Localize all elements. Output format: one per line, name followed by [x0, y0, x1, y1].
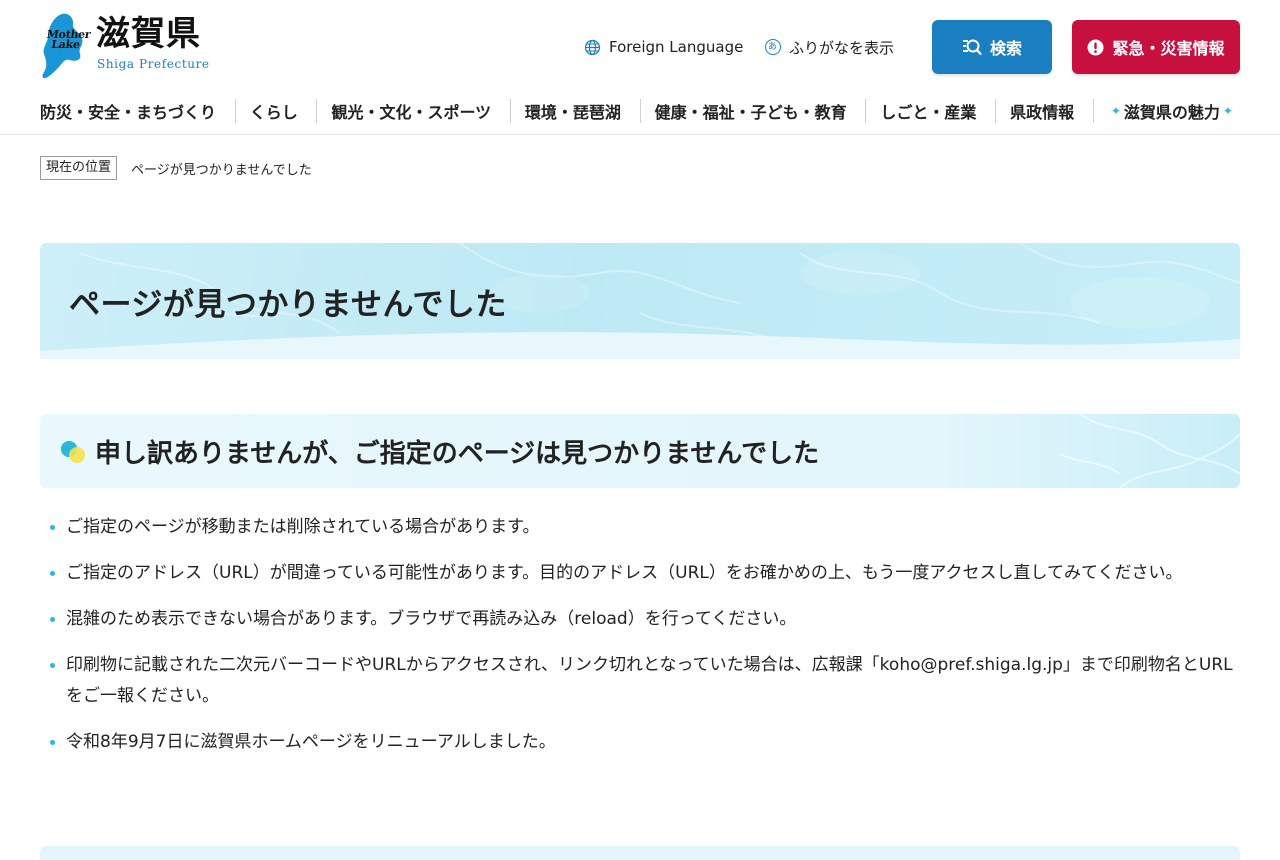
furigana-label: ふりがなを表示 [789, 38, 895, 57]
furigana-toggle-link[interactable]: あ ふりがなを表示 [764, 36, 894, 58]
sparkle-icon: ✦ [1222, 104, 1233, 118]
global-nav: 防災・安全・まちづくり くらし 観光・文化・スポーツ 環境・琵琶湖 健康・福祉・… [40, 96, 1240, 126]
site-logo[interactable]: Mother Lake 滋賀県 Shiga Prefecture [40, 12, 210, 80]
next-section-banner [40, 846, 1240, 860]
heading-dots-icon [61, 440, 85, 463]
logo-mark-line2: Lake [50, 38, 81, 51]
nav-item-label: 観光・文化・スポーツ [331, 103, 492, 122]
nav-item-label: しごと・産業 [880, 103, 977, 122]
site-header: Mother Lake 滋賀県 Shiga Prefecture Foreign… [0, 0, 1280, 135]
emergency-info-button[interactable]: 緊急・災害情報 [1072, 20, 1240, 74]
logo-subtitle: Shiga Prefecture [97, 57, 210, 71]
nav-item-label: 環境・琵琶湖 [524, 103, 621, 122]
foreign-language-label: Foreign Language [609, 38, 744, 56]
search-button[interactable]: 検索 [932, 20, 1052, 74]
list-item: 令和8年9月7日に滋賀県ホームページをリニューアルしました。 [48, 727, 1238, 758]
emergency-button-label: 緊急・災害情報 [1112, 41, 1225, 58]
nav-item-label: 県政情報 [1010, 103, 1075, 122]
nav-item-attractions[interactable]: ✦ 滋賀県の魅力 ✦ [1092, 99, 1240, 123]
nav-item-label: くらし [249, 103, 298, 122]
logo-title: 滋賀県 [96, 14, 201, 54]
list-item: ご指定のアドレス（URL）が間違っている可能性があります。目的のアドレス（URL… [48, 558, 1238, 589]
breadcrumb-current: ページが見つかりませんでした [131, 162, 312, 178]
sparkle-icon: ✦ [1110, 104, 1121, 118]
nav-item-government[interactable]: 県政情報 [995, 99, 1088, 123]
exclamation-icon [1087, 39, 1104, 56]
nav-item-tourism[interactable]: 観光・文化・スポーツ [316, 99, 505, 123]
nav-item-safety[interactable]: 防災・安全・まちづくり [40, 99, 230, 123]
nav-item-work[interactable]: しごと・産業 [865, 99, 990, 123]
globe-icon [584, 39, 601, 56]
nav-item-environment[interactable]: 環境・琵琶湖 [509, 99, 635, 123]
page-title: ページが見つかりませんでした [69, 287, 507, 323]
nav-item-living[interactable]: くらし [234, 99, 312, 123]
search-button-label: 検索 [989, 41, 1022, 58]
nav-item-health[interactable]: 健康・福祉・子ども・教育 [639, 99, 861, 123]
furigana-icon-char: あ [764, 39, 781, 55]
list-item: 混雑のため表示できない場合があります。ブラウザで再読み込み（reload）を行っ… [48, 604, 1238, 635]
nav-item-label: 滋賀県の魅力 [1123, 103, 1220, 122]
nav-item-label: 防災・安全・まちづくり [40, 103, 217, 122]
page-title-banner: ページが見つかりませんでした [40, 243, 1240, 359]
list-item: 印刷物に記載された二次元バーコードやURLからアクセスされ、リンク切れとなってい… [48, 650, 1238, 712]
breadcrumb: 現在の位置 ページが見つかりませんでした [40, 156, 312, 180]
water-pattern-decoration [1059, 414, 1240, 488]
breadcrumb-label: 現在の位置 [40, 156, 118, 180]
logo-mark-text: Mother Lake [45, 28, 91, 51]
foreign-language-link[interactable]: Foreign Language [584, 36, 743, 58]
list-item: ご指定のページが移動または削除されている場合があります。 [48, 512, 1238, 543]
section-title: 申し訳ありませんが、ご指定のページは見つかりませんでした [95, 439, 820, 469]
notice-list: ご指定のページが移動または削除されている場合があります。 ご指定のアドレス（UR… [48, 512, 1238, 773]
search-icon [962, 38, 982, 56]
furigana-icon: あ [764, 39, 781, 56]
nav-item-label: 健康・福祉・子ども・教育 [654, 103, 847, 122]
section-heading: 申し訳ありませんが、ご指定のページは見つかりませんでした [40, 414, 1240, 488]
